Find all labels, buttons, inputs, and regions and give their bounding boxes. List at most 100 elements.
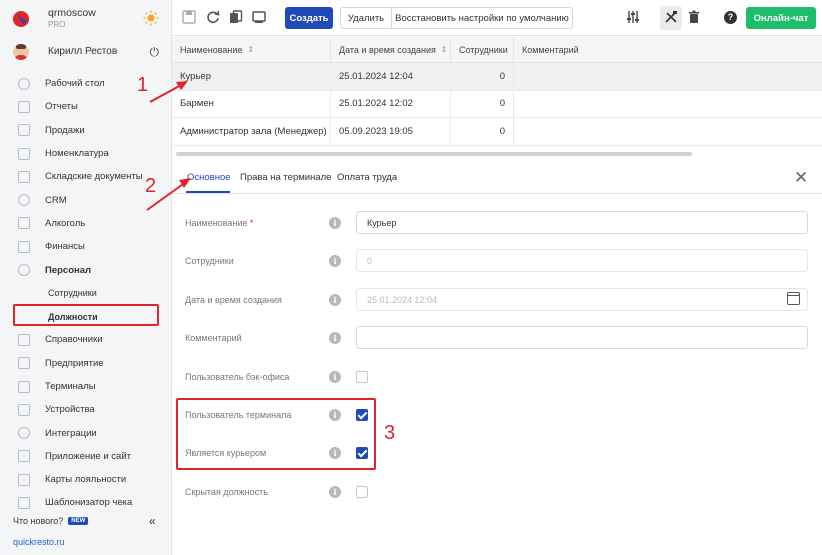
sidebar-item-enterprise[interactable]: Предприятие: [0, 352, 172, 375]
sidebar-item-receipt[interactable]: Шаблонизатор чека: [0, 491, 172, 514]
field-label: Пользователь бэк-офиса: [185, 372, 290, 382]
create-button[interactable]: Создать: [285, 7, 333, 29]
sidebar-item-references[interactable]: Справочники: [0, 328, 172, 351]
column-settings-icon[interactable]: [626, 10, 640, 24]
sidebar-item-label: Персонал: [45, 264, 92, 276]
power-icon[interactable]: ⏻: [150, 45, 160, 60]
comment-input[interactable]: [356, 326, 808, 349]
courier-checkbox[interactable]: [356, 447, 368, 459]
sidebar-item-terminals[interactable]: Терминалы: [0, 375, 172, 398]
user-profile[interactable]: Кирилл Рестов ⏻: [10, 40, 165, 66]
cell-name: Курьер: [172, 63, 331, 90]
sidebar-item-personnel[interactable]: Персонал: [0, 258, 172, 281]
brand[interactable]: qrmoscow PRO: [10, 6, 165, 32]
calendar-icon[interactable]: [787, 292, 800, 305]
cell-comment: [514, 63, 822, 90]
name-input[interactable]: [356, 211, 808, 234]
crm-icon: [18, 194, 30, 207]
finance-icon: [18, 240, 30, 253]
copy-icon[interactable]: [229, 10, 243, 24]
sidebar-item-label: CRM: [45, 194, 67, 206]
sidebar-item-finance[interactable]: Финансы: [0, 235, 172, 258]
sidebar-item-label: Финансы: [45, 241, 85, 253]
cell-created: 25.01.2024 12:04: [331, 63, 451, 90]
logo-icon: [13, 11, 29, 27]
sidebar-item-integrations[interactable]: Интеграции: [0, 421, 172, 444]
column-header-comment[interactable]: Комментарий: [514, 37, 822, 62]
sidebar-item-reports[interactable]: Отчеты: [0, 95, 172, 118]
warehouse-icon: [18, 170, 30, 183]
info-icon[interactable]: i: [329, 294, 341, 306]
terminal-user-checkbox[interactable]: [356, 409, 368, 421]
info-icon[interactable]: i: [329, 486, 341, 498]
refresh-icon[interactable]: [206, 10, 220, 24]
restore-defaults-button[interactable]: Восстановить настройки по умолчанию: [391, 7, 573, 29]
reports-icon: [18, 100, 30, 113]
cell-created: 05.09.2023 19:05: [331, 118, 451, 145]
positions-table: Наименование ⇕ Дата и время создания ⇕ Сот…: [172, 37, 822, 146]
annotation-1: 1: [137, 74, 149, 96]
info-icon[interactable]: i: [329, 409, 341, 421]
annotation-2: 2: [145, 175, 157, 197]
whats-new-link[interactable]: Что нового? NEW: [13, 516, 89, 526]
sidebar-subitem-positions[interactable]: Должности: [0, 305, 172, 328]
avatar: [13, 44, 29, 60]
column-header-created[interactable]: Дата и время создания ⇕: [331, 37, 451, 62]
cell-created: 25.01.2024 12:02: [331, 90, 451, 117]
sidebar-item-label: Шаблонизатор чека: [45, 497, 133, 509]
horizontal-scrollbar[interactable]: [176, 152, 692, 156]
close-icon[interactable]: ✕: [794, 168, 808, 188]
trash-icon[interactable]: [687, 10, 701, 24]
sidebar-item-sales[interactable]: Продажи: [0, 119, 172, 142]
field-name: Наименование * i: [172, 211, 822, 237]
tab-terminal-rights[interactable]: Права на терминале: [240, 172, 331, 183]
cell-comment: [514, 91, 822, 118]
sidebar-item-label: Рабочий стол: [45, 78, 105, 90]
site-link[interactable]: quickresto.ru: [13, 537, 65, 547]
app-icon: [18, 450, 30, 463]
column-header-name[interactable]: Наименование ⇕: [172, 37, 331, 62]
info-icon[interactable]: i: [329, 217, 341, 229]
sidebar-item-app-site[interactable]: Приложение и сайт: [0, 445, 172, 468]
column-header-staff[interactable]: Сотрудники: [451, 37, 514, 62]
sidebar-item-loyalty[interactable]: Карты лояльности: [0, 468, 172, 491]
backoffice-checkbox[interactable]: [356, 371, 368, 383]
sun-icon[interactable]: [143, 10, 159, 26]
sidebar-item-nomenclature[interactable]: Номенклатура: [0, 142, 172, 165]
info-icon[interactable]: i: [329, 371, 341, 383]
online-chat-button[interactable]: Онлайн-чат: [746, 7, 816, 29]
sidebar-item-label: Устройства: [45, 404, 95, 416]
brand-name: qrmoscow: [48, 7, 96, 19]
cell-staff: 0: [451, 90, 514, 117]
table-row[interactable]: Бармен 25.01.2024 12:02 0: [172, 90, 822, 118]
tab-general[interactable]: Основное: [187, 172, 231, 183]
sidebar-item-label: Справочники: [45, 334, 103, 346]
sidebar-item-label: Карты лояльности: [45, 474, 127, 486]
table-row[interactable]: Администратор зала (Менеджер) 05.09.2023…: [172, 118, 822, 146]
info-icon[interactable]: i: [329, 447, 341, 459]
delete-button[interactable]: Удалить: [340, 7, 392, 29]
tag-icon: [18, 147, 30, 160]
sort-icon: ⇕: [247, 45, 255, 54]
building-icon: [18, 357, 30, 370]
collapse-sidebar-icon[interactable]: «: [149, 514, 156, 528]
glass-icon: [18, 217, 30, 230]
link-icon: [18, 427, 30, 440]
help-icon[interactable]: ?: [724, 11, 737, 24]
export-icon[interactable]: [252, 10, 266, 24]
tab-payment[interactable]: Оплата труда: [337, 172, 397, 183]
sidebar-subitem-employees[interactable]: Сотрудники: [0, 282, 172, 305]
field-is-courier: Является курьером i: [172, 441, 822, 467]
whats-new-label: Что нового?: [13, 516, 64, 526]
save-icon[interactable]: [182, 10, 196, 24]
sidebar-item-alcohol[interactable]: Алкоголь: [0, 212, 172, 235]
table-row[interactable]: Курьер 25.01.2024 12:04 0: [172, 63, 822, 91]
sidebar-item-devices[interactable]: Устройства: [0, 398, 172, 421]
column-header-label: Наименование: [180, 44, 243, 55]
info-icon[interactable]: i: [329, 332, 341, 344]
hidden-position-checkbox[interactable]: [356, 486, 368, 498]
info-icon[interactable]: i: [329, 255, 341, 267]
required-mark: *: [249, 218, 254, 228]
card-icon: [18, 473, 30, 486]
dashboard-icon: [18, 77, 30, 90]
